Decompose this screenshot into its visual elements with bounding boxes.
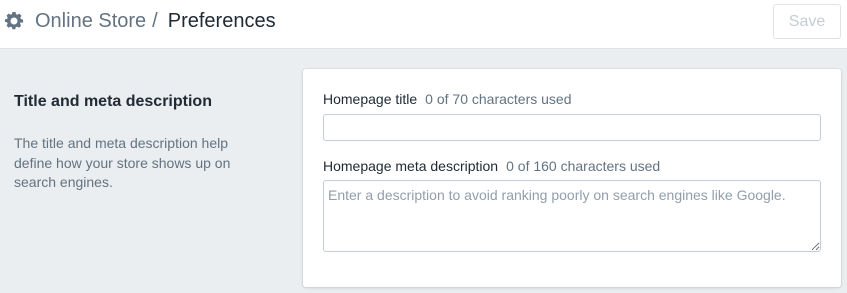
breadcrumb: Online Store / Preferences — [35, 10, 276, 32]
homepage-title-label-text: Homepage title — [323, 91, 418, 107]
breadcrumb-separator: / — [152, 10, 158, 32]
breadcrumb-online-store-link[interactable]: Online Store — [35, 10, 146, 32]
seo-form-card: Homepage title 0 of 70 characters used Ho… — [303, 69, 841, 287]
save-button[interactable]: Save — [773, 4, 841, 39]
homepage-title-label: Homepage title 0 of 70 characters used — [323, 90, 571, 108]
section-description: The title and meta description help defi… — [14, 135, 231, 190]
section-info: Title and meta description The title and… — [14, 92, 254, 193]
page-title: Preferences — [167, 10, 276, 32]
meta-description-label: Homepage meta description 0 of 160 charac… — [323, 157, 660, 175]
gear-icon — [4, 11, 24, 31]
homepage-title-counter: 0 of 70 characters used — [425, 91, 572, 107]
meta-description-counter: 0 of 160 characters used — [506, 158, 661, 174]
meta-description-textarea[interactable] — [323, 180, 821, 252]
section-title: Title and meta description — [14, 93, 212, 110]
top-bar: Online Store / Preferences Save — [0, 0, 847, 49]
meta-description-label-text: Homepage meta description — [323, 158, 499, 174]
homepage-title-input[interactable] — [323, 114, 821, 141]
